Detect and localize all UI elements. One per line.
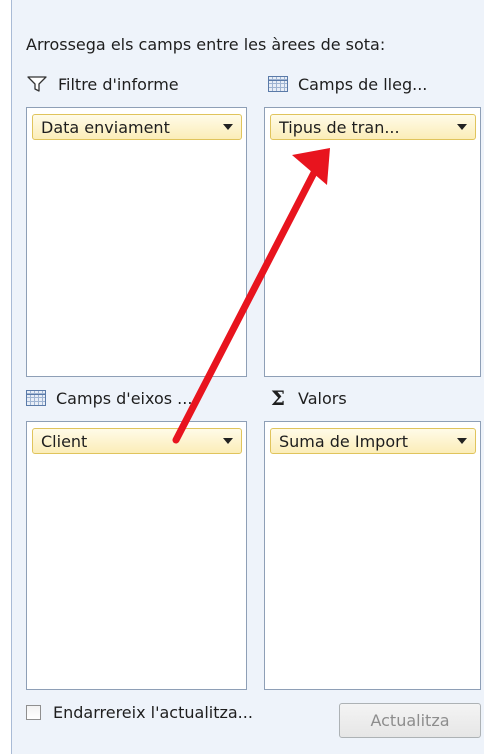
field-data-enviament[interactable]: Data enviament [32,114,242,140]
values-label: Valors [298,388,347,408]
column-labels-label: Camps de lleg... [298,74,428,94]
column-labels-header: Camps de lleg... [268,71,427,97]
grid-icon [26,390,46,406]
dropdown-arrow-icon[interactable] [223,438,233,444]
field-suma-de-import[interactable]: Suma de Import [270,428,476,454]
row-labels-area[interactable]: Client [26,421,247,690]
report-filter-area[interactable]: Data enviament [26,107,247,377]
defer-update-label[interactable]: Endarrereix l'actualitza... [53,703,253,722]
dropdown-arrow-icon[interactable] [457,438,467,444]
report-filter-header: Filtre d'informe [26,71,179,97]
dropdown-arrow-icon[interactable] [223,124,233,130]
defer-update-row: Endarrereix l'actualitza... [26,703,253,722]
values-area[interactable]: Suma de Import [264,421,481,690]
defer-update-checkbox[interactable] [26,705,41,720]
update-button[interactable]: Actualitza [339,703,481,738]
field-tipus-de-transaccio[interactable]: Tipus de tran... [270,114,476,140]
dropdown-arrow-icon[interactable] [457,124,467,130]
drag-instruction: Arrossega els camps entre les àrees de s… [26,35,386,54]
values-header: Σ Valors [268,385,347,411]
row-labels-header: Camps d'eixos ... [26,385,192,411]
filter-icon [26,75,48,93]
row-labels-label: Camps d'eixos ... [56,388,193,408]
field-label: Suma de Import [279,431,408,451]
grid-icon [268,76,288,92]
report-filter-label: Filtre d'informe [58,74,179,94]
field-label: Tipus de tran... [279,117,400,137]
column-labels-area[interactable]: Tipus de tran... [264,107,481,377]
sigma-icon: Σ [270,386,286,410]
field-label: Data enviament [41,117,170,137]
field-label: Client [41,431,88,451]
field-client[interactable]: Client [32,428,242,454]
